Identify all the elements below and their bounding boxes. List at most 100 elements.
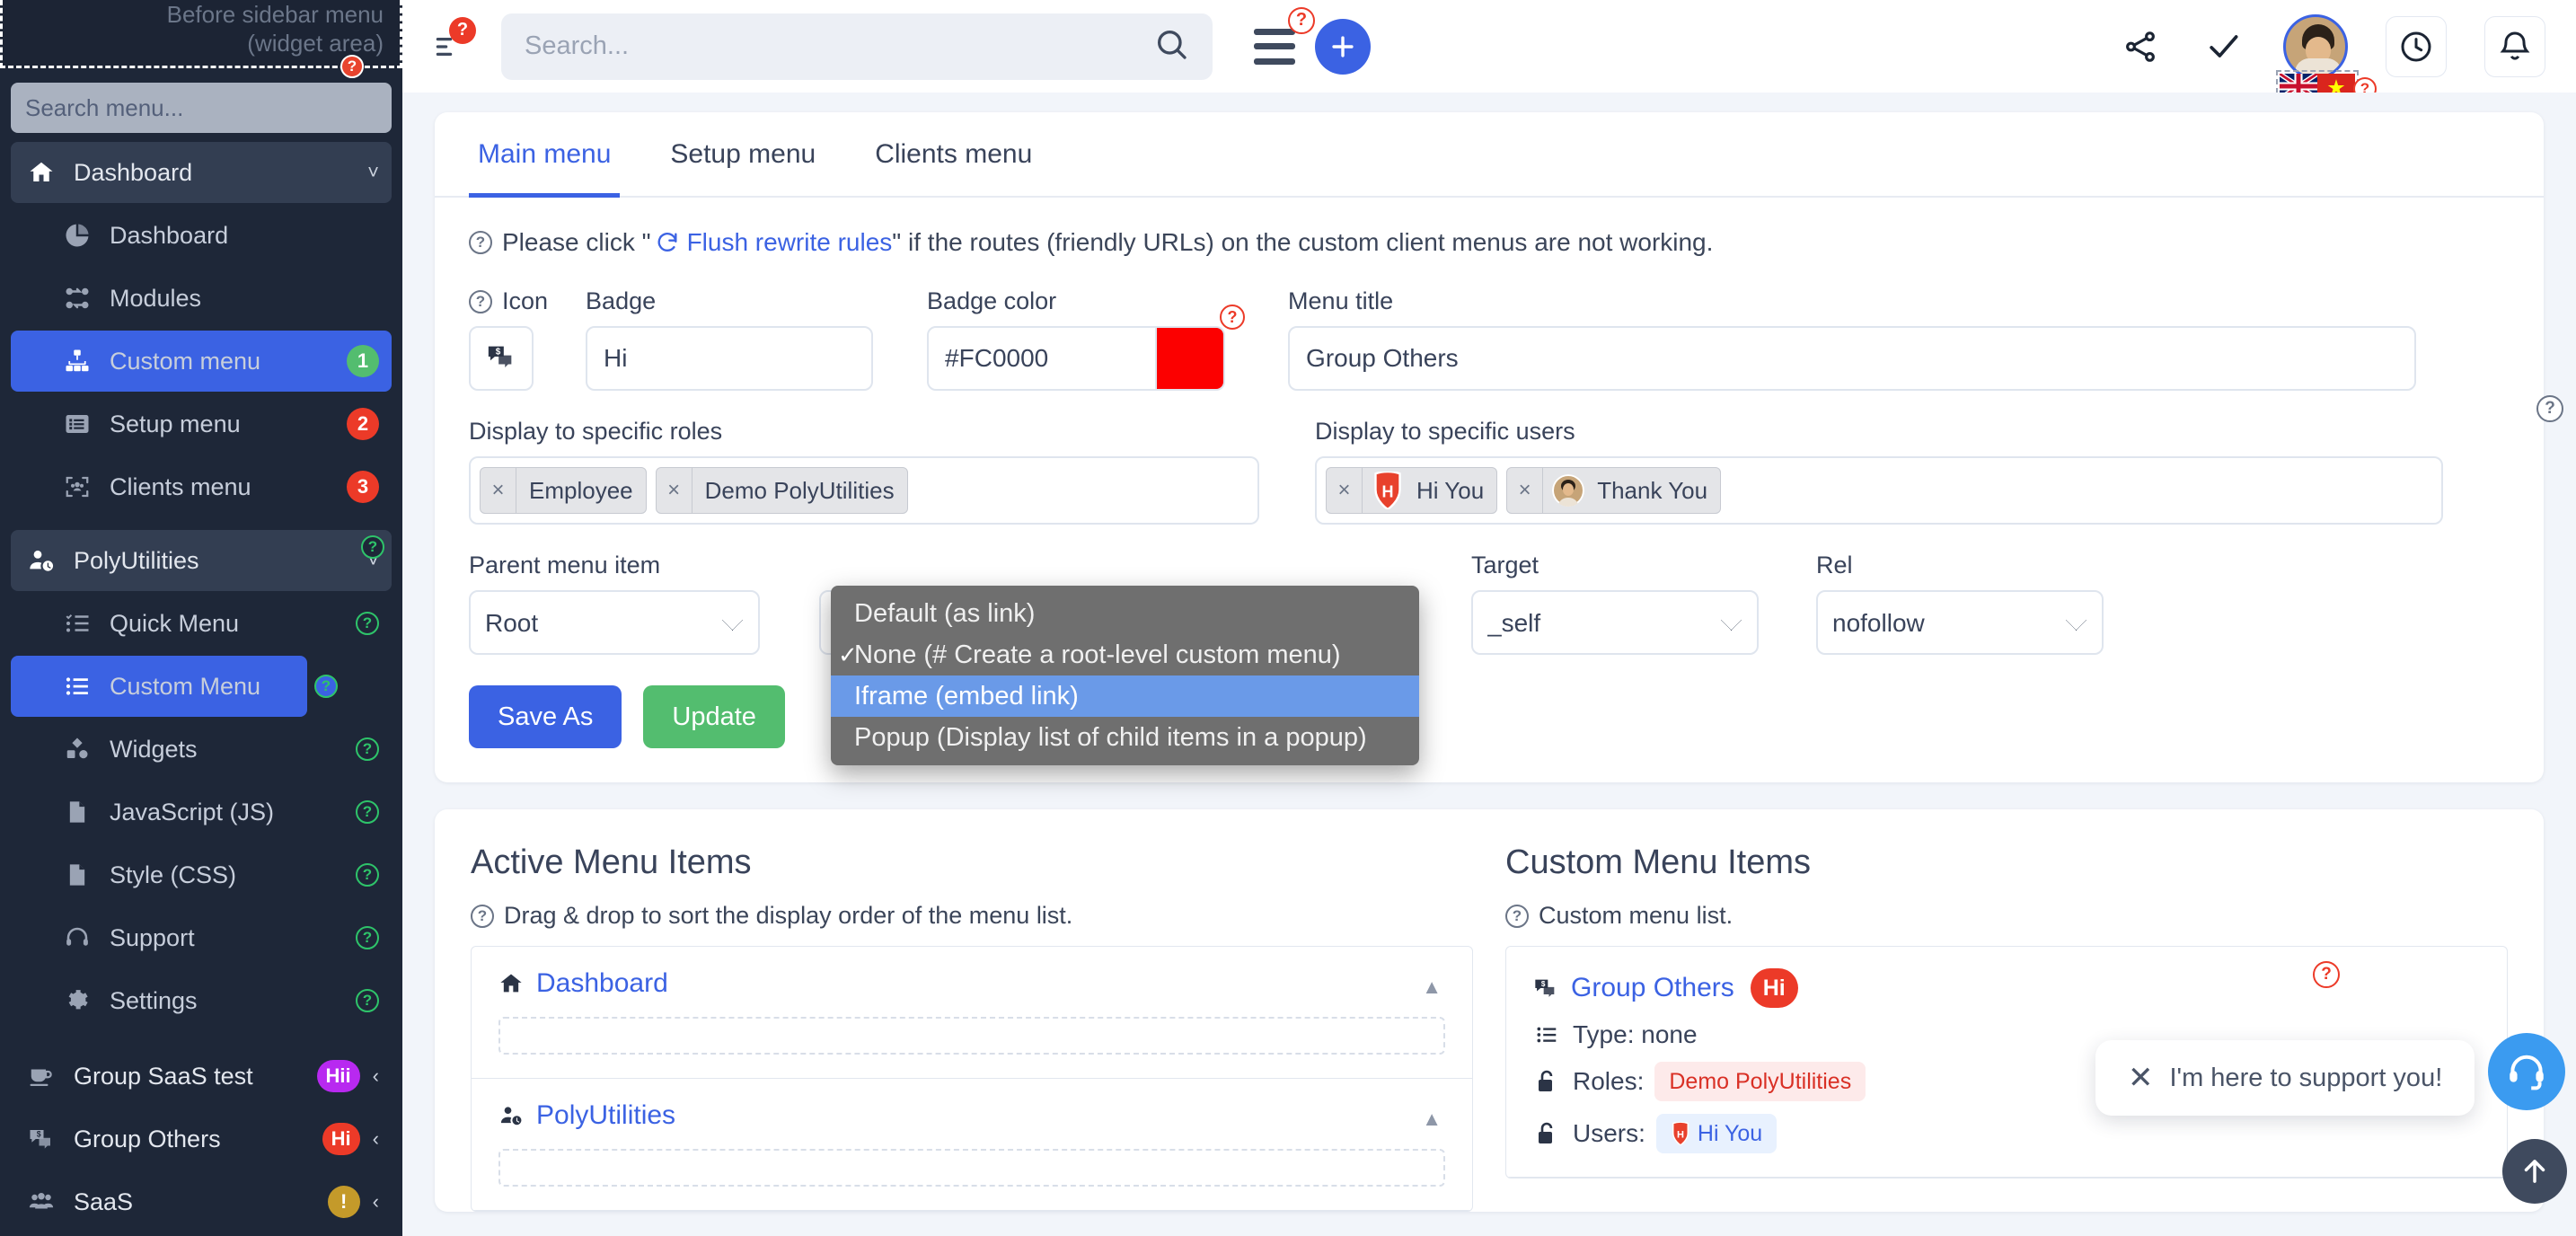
badge-input[interactable] [586, 326, 874, 391]
chevron-left-icon[interactable]: ‹ [373, 1127, 379, 1151]
sidebar-item-custom-menu-poly[interactable]: Custom Menu ? [11, 656, 338, 717]
sidebar-widget-help-badge[interactable]: ? [340, 55, 364, 78]
active-menu-list: Dashboard ▲ PolyUtilities ▲ [471, 946, 1473, 1212]
custom-menu-item-label[interactable]: Group Others [1571, 973, 1734, 1003]
chevron-down-icon[interactable]: ˅ [367, 161, 379, 184]
help-icon[interactable]: ? [361, 535, 384, 559]
sidebar-item-polyutilities[interactable]: PolyUtilities ˅ ? [11, 530, 392, 591]
avatar-wrapper[interactable]: ? [2276, 13, 2377, 102]
dropdown-option-none[interactable]: None (# Create a root-level custom menu) [831, 634, 1419, 675]
add-button[interactable] [1315, 18, 1371, 75]
sidebar-widget-area: Before sidebar menu (widget area) ? [0, 0, 402, 78]
role-tag-label: Employee [529, 476, 633, 504]
text-align-icon[interactable]: ? [426, 16, 476, 67]
remove-tag-icon[interactable]: × [481, 468, 516, 513]
user-tag[interactable]: × H Hi You [1326, 467, 1498, 514]
target-select[interactable]: _self [1471, 590, 1759, 655]
sidebar-item-group-others[interactable]: $ Group Others Hi ‹ [11, 1108, 392, 1170]
share-icon[interactable] [2118, 24, 2163, 69]
support-bubble[interactable]: ✕ I'm here to support you! [2095, 1040, 2475, 1116]
badge-color-help-icon[interactable]: ? [1220, 305, 1246, 330]
form-help-icon[interactable]: ? [2536, 395, 2563, 422]
parent-menu-select[interactable]: Root [469, 590, 760, 655]
sidebar-item-quick-menu[interactable]: Quick Menu ? [11, 593, 392, 654]
sidebar-item-dashboard[interactable]: Dashboard ˅ [11, 142, 392, 203]
badge-color-swatch[interactable] [1157, 326, 1226, 391]
sidebar-item-settings[interactable]: Settings ? [11, 970, 392, 1031]
dropdown-option-default[interactable]: Default (as link) [831, 593, 1419, 634]
drop-zone[interactable] [498, 1017, 1445, 1055]
tab-clients-menu[interactable]: Clients menu [866, 112, 1041, 198]
remove-tag-icon[interactable]: × [1327, 468, 1363, 513]
role-tag[interactable]: × Employee [480, 467, 647, 514]
sidebar-item-group-saas-test[interactable]: Group SaaS test Hii ‹ [11, 1046, 392, 1107]
dropdown-option-popup[interactable]: Popup (Display list of child items in a … [831, 717, 1419, 758]
icon-picker-button[interactable]: $ [469, 326, 534, 391]
rel-select[interactable]: nofollow [1816, 590, 2104, 655]
help-icon[interactable]: ? [314, 675, 338, 698]
collapse-caret-icon[interactable]: ▲ [1422, 976, 1442, 999]
search-input[interactable] [525, 31, 1153, 61]
custom-menu-help-icon[interactable]: ? [2313, 961, 2340, 988]
refresh-icon[interactable] [655, 230, 680, 255]
collapse-caret-icon[interactable]: ▲ [1422, 1108, 1442, 1131]
active-menu-item-label[interactable]: Dashboard [536, 968, 668, 999]
close-icon[interactable]: ✕ [2128, 1060, 2154, 1096]
chevron-left-icon[interactable]: ‹ [373, 1190, 379, 1214]
menu-help-badge[interactable]: ? [449, 16, 476, 44]
help-icon[interactable]: ? [356, 989, 379, 1012]
remove-tag-icon[interactable]: × [657, 468, 693, 513]
sidebar-item-style-css[interactable]: Style (CSS) ? [11, 844, 392, 905]
help-icon[interactable]: ? [469, 231, 492, 254]
roles-tagbox[interactable]: × Employee × Demo PolyUtilities [469, 456, 1259, 525]
help-icon[interactable]: ? [469, 289, 492, 313]
flush-rewrite-rules-link[interactable]: Flush rewrite rules [687, 228, 893, 257]
support-fab-button[interactable] [2488, 1033, 2565, 1110]
users-tagbox[interactable]: × H Hi You × Thank You [1315, 456, 2443, 525]
remove-tag-icon[interactable]: × [1507, 468, 1544, 513]
save-as-button[interactable]: Save As [469, 685, 622, 748]
bell-icon[interactable] [2484, 15, 2545, 77]
scroll-to-top-button[interactable] [2502, 1139, 2567, 1204]
headset-icon [59, 923, 95, 953]
sidebar-item-saas[interactable]: SaaS ! ‹ [11, 1171, 392, 1232]
update-button[interactable]: Update [643, 685, 785, 748]
help-icon[interactable]: ? [356, 612, 379, 635]
help-icon[interactable]: ? [356, 863, 379, 887]
search-bar[interactable] [501, 13, 1213, 80]
sidebar-item-javascript[interactable]: JavaScript (JS) ? [11, 781, 392, 843]
help-icon[interactable]: ? [356, 737, 379, 761]
help-icon[interactable]: ? [1505, 904, 1529, 928]
sidebar-item-widgets[interactable]: Widgets ? [11, 719, 392, 780]
badge-color-input[interactable] [927, 326, 1158, 391]
sidebar-item-clients-menu[interactable]: Clients menu 3 [11, 456, 392, 517]
status-badge: Hi [1750, 968, 1798, 1008]
search-icon[interactable] [1153, 26, 1189, 66]
menu-title-input[interactable] [1288, 326, 2417, 391]
sidebar-item-label: Group SaaS test [74, 1062, 253, 1090]
sidebar-item-modules[interactable]: Modules [11, 268, 392, 329]
sidebar-item-support[interactable]: Support ? [11, 907, 392, 968]
sidebar-item-setup-menu[interactable]: Setup menu 2 [11, 393, 392, 455]
chevron-left-icon[interactable]: ‹ [373, 1064, 379, 1088]
clock-icon[interactable] [2386, 15, 2447, 77]
hamburger-help-badge[interactable]: ? [1288, 6, 1315, 34]
help-icon[interactable]: ? [471, 904, 494, 928]
sidebar-item-dashboard-sub[interactable]: Dashboard [11, 205, 392, 266]
help-icon[interactable]: ? [356, 926, 379, 949]
user-tag[interactable]: × Thank You [1506, 467, 1722, 514]
hamburger-icon[interactable]: ? [1254, 6, 1315, 65]
role-tag[interactable]: × Demo PolyUtilities [655, 467, 908, 514]
help-icon[interactable]: ? [356, 800, 379, 824]
tab-main-menu[interactable]: Main menu [469, 112, 621, 198]
check-icon[interactable] [2201, 24, 2245, 69]
drop-zone[interactable] [498, 1149, 1445, 1187]
dropdown-option-iframe[interactable]: Iframe (embed link) [831, 675, 1419, 717]
sidebar-item-custom-menu[interactable]: Custom menu 1 [11, 331, 392, 392]
list-item[interactable]: PolyUtilities ▲ [472, 1079, 1472, 1211]
active-menu-item-label[interactable]: PolyUtilities [536, 1100, 675, 1131]
menu-type-dropdown[interactable]: Default (as link) None (# Create a root-… [831, 586, 1419, 765]
list-item[interactable]: Dashboard ▲ [472, 947, 1472, 1079]
sidebar-search-input[interactable] [11, 83, 392, 133]
tab-setup-menu[interactable]: Setup menu [661, 112, 825, 198]
